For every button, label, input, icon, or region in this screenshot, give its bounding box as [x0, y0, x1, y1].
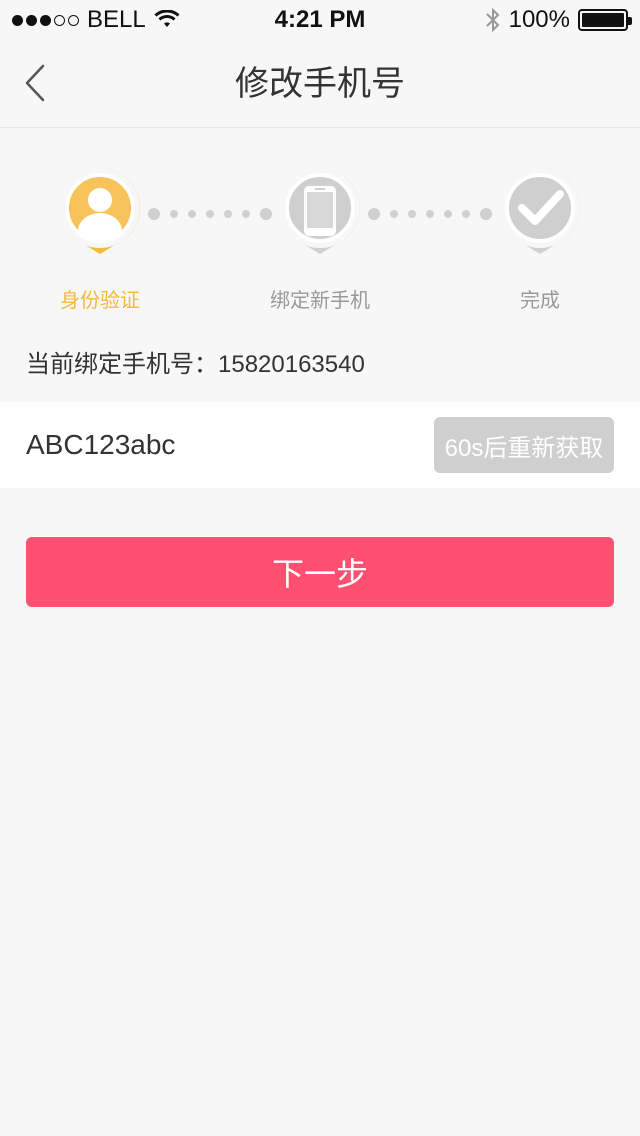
verification-code-input[interactable]: [26, 429, 386, 461]
user-icon: [58, 166, 142, 256]
status-bar: BELL 4:21 PM 100%: [0, 0, 640, 40]
next-step-button[interactable]: 下一步: [26, 537, 614, 607]
step-identity-verification: 身份验证: [20, 160, 180, 313]
status-right: 100%: [485, 6, 632, 34]
current-phone-text: 当前绑定手机号：15820163540: [26, 351, 365, 378]
status-left: BELL: [12, 6, 180, 34]
carrier-label: BELL: [87, 6, 146, 33]
battery-level: [582, 13, 624, 27]
resend-code-button[interactable]: 60s后重新获取: [434, 417, 614, 473]
battery-icon: [578, 9, 632, 31]
signal-strength-icon: [12, 14, 79, 26]
check-icon: [498, 166, 582, 256]
bluetooth-icon: [485, 7, 500, 33]
page-title: 修改手机号: [235, 65, 405, 103]
wifi-icon: [154, 10, 180, 27]
verification-code-row: 60s后重新获取: [0, 402, 640, 488]
step-label: 身份验证: [60, 290, 140, 312]
step-label: 完成: [520, 290, 560, 312]
step-complete: 完成: [460, 160, 620, 313]
battery-percent: 100%: [508, 6, 570, 33]
navigation-bar: 修改手机号: [0, 40, 640, 128]
step-bind-new-phone: 绑定新手机: [240, 160, 400, 313]
phone-icon: [278, 166, 362, 256]
step-label: 绑定新手机: [270, 290, 370, 312]
progress-steps: 身份验证 绑定新手机 完成: [0, 160, 640, 320]
